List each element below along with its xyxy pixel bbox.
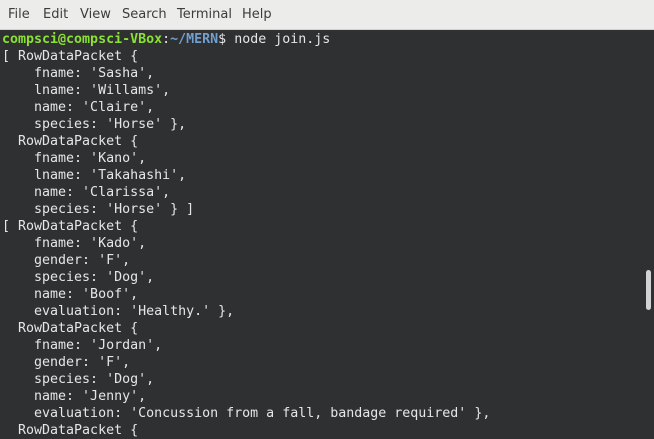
terminal-output-area[interactable]: compsci@compsci-VBox:~/MERN$ node join.j…	[0, 30, 654, 439]
terminal-output-line: species: 'Dog',	[2, 270, 155, 285]
terminal-output-line: gender: 'F',	[2, 253, 131, 268]
terminal-output-line: fname: 'Kano',	[2, 151, 147, 166]
terminal-output-line: evaluation: 'Healthy.' },	[2, 304, 235, 319]
menu-help[interactable]: Help	[242, 7, 272, 23]
terminal-output-line: RowDataPacket {	[2, 321, 139, 336]
terminal-output-line: gender: 'F',	[2, 355, 131, 370]
menu-bar: File Edit View Search Terminal Help	[0, 0, 654, 30]
terminal-output-line: name: 'Claire',	[2, 100, 155, 115]
terminal-output-line: name: 'Jenny',	[2, 389, 147, 404]
terminal-output-line: lname: 'Willams',	[2, 83, 171, 98]
terminal-output-line: fname: 'Kado',	[2, 236, 147, 251]
menu-view[interactable]: View	[80, 7, 111, 23]
terminal-window: File Edit View Search Terminal Help comp…	[0, 0, 654, 439]
terminal-output-line: RowDataPacket {	[2, 423, 139, 438]
terminal-output-line: fname: 'Jordan',	[2, 338, 163, 353]
menu-file[interactable]: File	[8, 7, 30, 23]
prompt-sign: $	[218, 32, 227, 47]
terminal-output-line: [ RowDataPacket {	[2, 219, 139, 234]
terminal-output-line: name: 'Boof',	[2, 287, 139, 302]
menu-search[interactable]: Search	[122, 7, 167, 23]
terminal-output-line: species: 'Horse' },	[2, 117, 187, 132]
prompt-line: compsci@compsci-VBox:~/MERN$ node join.j…	[2, 31, 330, 48]
prompt-user-host: compsci@compsci-VBox	[2, 32, 163, 47]
terminal-output-line: evaluation: 'Concussion from a fall, ban…	[2, 406, 491, 421]
terminal-output-line: [ RowDataPacket {	[2, 49, 139, 64]
terminal-output-line: name: 'Clarissa',	[2, 185, 171, 200]
terminal-output-line: species: 'Horse' } ]	[2, 202, 195, 217]
terminal-output-line: fname: 'Sasha',	[2, 66, 155, 81]
terminal-output-line: species: 'Dog',	[2, 372, 155, 387]
prompt-command: node join.js	[226, 32, 331, 47]
menu-edit[interactable]: Edit	[43, 7, 68, 23]
prompt-path: ~/MERN	[170, 32, 219, 47]
terminal-output-line: lname: 'Takahashi',	[2, 168, 187, 183]
terminal-output-line: RowDataPacket {	[2, 134, 139, 149]
scrollbar-thumb[interactable]	[646, 270, 651, 310]
menu-terminal[interactable]: Terminal	[177, 7, 232, 23]
prompt-colon: :	[162, 32, 171, 47]
